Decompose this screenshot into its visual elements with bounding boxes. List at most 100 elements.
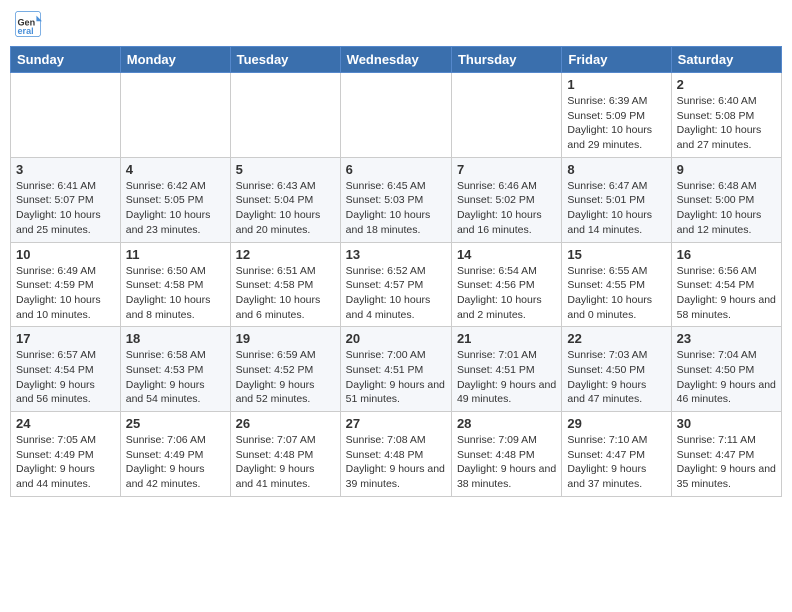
logo: Gen eral — [14, 10, 46, 38]
day-number: 13 — [346, 247, 446, 262]
calendar-week-row: 10 Sunrise: 6:49 AM Sunset: 4:59 PM Dayli… — [11, 242, 782, 327]
day-info: Sunrise: 7:05 AM Sunset: 4:49 PM Dayligh… — [16, 433, 115, 492]
calendar-day-cell: 22 Sunrise: 7:03 AM Sunset: 4:50 PM Dayli… — [562, 327, 671, 412]
calendar-day-cell: 7 Sunrise: 6:46 AM Sunset: 5:02 PM Daylig… — [451, 157, 561, 242]
day-info: Sunrise: 6:39 AM Sunset: 5:09 PM Dayligh… — [567, 94, 665, 153]
calendar-week-row: 17 Sunrise: 6:57 AM Sunset: 4:54 PM Dayli… — [11, 327, 782, 412]
day-of-week-header: Tuesday — [230, 47, 340, 73]
day-number: 28 — [457, 416, 556, 431]
day-number: 24 — [16, 416, 115, 431]
calendar-day-cell: 5Sunrise: 6:43 AM Sunset: 5:04 PM Daylig… — [230, 157, 340, 242]
day-info: Sunrise: 6:47 AM Sunset: 5:01 PM Dayligh… — [567, 179, 665, 238]
day-number: 27 — [346, 416, 446, 431]
calendar-day-cell — [451, 73, 561, 158]
calendar-day-cell: 14 Sunrise: 6:54 AM Sunset: 4:56 PM Dayli… — [451, 242, 561, 327]
calendar-day-cell: 4 Sunrise: 6:42 AM Sunset: 5:05 PM Daylig… — [120, 157, 230, 242]
calendar-day-cell: 28 Sunrise: 7:09 AM Sunset: 4:48 PM Dayli… — [451, 412, 561, 497]
calendar-day-cell — [11, 73, 121, 158]
calendar-week-row: 24 Sunrise: 7:05 AM Sunset: 4:49 PM Dayli… — [11, 412, 782, 497]
calendar-day-cell: 18 Sunrise: 6:58 AM Sunset: 4:53 PM Dayli… — [120, 327, 230, 412]
day-info: Sunrise: 7:01 AM Sunset: 4:51 PM Dayligh… — [457, 348, 556, 407]
day-of-week-header: Saturday — [671, 47, 781, 73]
day-number: 17 — [16, 331, 115, 346]
calendar-day-cell: 25Sunrise: 7:06 AM Sunset: 4:49 PM Dayli… — [120, 412, 230, 497]
day-info: Sunrise: 7:03 AM Sunset: 4:50 PM Dayligh… — [567, 348, 665, 407]
day-number: 10 — [16, 247, 115, 262]
day-number: 1 — [567, 77, 665, 92]
day-info: Sunrise: 7:07 AM Sunset: 4:48 PM Dayligh… — [236, 433, 335, 492]
day-number: 4 — [126, 162, 225, 177]
day-number: 19 — [236, 331, 335, 346]
day-info: Sunrise: 6:40 AM Sunset: 5:08 PM Dayligh… — [677, 94, 776, 153]
day-number: 9 — [677, 162, 776, 177]
calendar-day-cell: 3Sunrise: 6:41 AM Sunset: 5:07 PM Daylig… — [11, 157, 121, 242]
calendar-day-cell: 1 Sunrise: 6:39 AM Sunset: 5:09 PM Daylig… — [562, 73, 671, 158]
day-number: 7 — [457, 162, 556, 177]
day-info: Sunrise: 6:42 AM Sunset: 5:05 PM Dayligh… — [126, 179, 225, 238]
day-number: 21 — [457, 331, 556, 346]
calendar-week-row: 3Sunrise: 6:41 AM Sunset: 5:07 PM Daylig… — [11, 157, 782, 242]
calendar-day-cell — [230, 73, 340, 158]
day-info: Sunrise: 6:58 AM Sunset: 4:53 PM Dayligh… — [126, 348, 225, 407]
day-number: 20 — [346, 331, 446, 346]
calendar-day-cell: 15 Sunrise: 6:55 AM Sunset: 4:55 PM Dayli… — [562, 242, 671, 327]
calendar-day-cell — [340, 73, 451, 158]
calendar-day-cell: 30 Sunrise: 7:11 AM Sunset: 4:47 PM Dayli… — [671, 412, 781, 497]
svg-text:eral: eral — [18, 26, 34, 36]
day-number: 14 — [457, 247, 556, 262]
day-info: Sunrise: 7:10 AM Sunset: 4:47 PM Dayligh… — [567, 433, 665, 492]
day-info: Sunrise: 6:45 AM Sunset: 5:03 PM Dayligh… — [346, 179, 446, 238]
calendar-day-cell: 8 Sunrise: 6:47 AM Sunset: 5:01 PM Daylig… — [562, 157, 671, 242]
day-info: Sunrise: 6:43 AM Sunset: 5:04 PM Dayligh… — [236, 179, 335, 238]
day-of-week-header: Thursday — [451, 47, 561, 73]
calendar-day-cell: 10 Sunrise: 6:49 AM Sunset: 4:59 PM Dayli… — [11, 242, 121, 327]
day-number: 15 — [567, 247, 665, 262]
calendar-day-cell: 2 Sunrise: 6:40 AM Sunset: 5:08 PM Daylig… — [671, 73, 781, 158]
day-number: 6 — [346, 162, 446, 177]
day-number: 29 — [567, 416, 665, 431]
calendar-day-cell — [120, 73, 230, 158]
calendar-day-cell: 13 Sunrise: 6:52 AM Sunset: 4:57 PM Dayli… — [340, 242, 451, 327]
calendar-day-cell: 6 Sunrise: 6:45 AM Sunset: 5:03 PM Daylig… — [340, 157, 451, 242]
day-info: Sunrise: 6:56 AM Sunset: 4:54 PM Dayligh… — [677, 264, 776, 323]
day-info: Sunrise: 7:00 AM Sunset: 4:51 PM Dayligh… — [346, 348, 446, 407]
day-info: Sunrise: 6:54 AM Sunset: 4:56 PM Dayligh… — [457, 264, 556, 323]
day-number: 25 — [126, 416, 225, 431]
day-of-week-header: Wednesday — [340, 47, 451, 73]
calendar-day-cell: 24 Sunrise: 7:05 AM Sunset: 4:49 PM Dayli… — [11, 412, 121, 497]
day-number: 16 — [677, 247, 776, 262]
day-info: Sunrise: 6:50 AM Sunset: 4:58 PM Dayligh… — [126, 264, 225, 323]
calendar-day-cell: 26 Sunrise: 7:07 AM Sunset: 4:48 PM Dayli… — [230, 412, 340, 497]
page-header: Gen eral — [10, 10, 782, 38]
day-number: 2 — [677, 77, 776, 92]
day-number: 18 — [126, 331, 225, 346]
day-info: Sunrise: 6:49 AM Sunset: 4:59 PM Dayligh… — [16, 264, 115, 323]
day-info: Sunrise: 6:59 AM Sunset: 4:52 PM Dayligh… — [236, 348, 335, 407]
logo-icon: Gen eral — [14, 10, 42, 38]
day-info: Sunrise: 6:55 AM Sunset: 4:55 PM Dayligh… — [567, 264, 665, 323]
day-number: 11 — [126, 247, 225, 262]
day-of-week-header: Friday — [562, 47, 671, 73]
day-info: Sunrise: 6:48 AM Sunset: 5:00 PM Dayligh… — [677, 179, 776, 238]
day-number: 26 — [236, 416, 335, 431]
calendar-day-cell: 11 Sunrise: 6:50 AM Sunset: 4:58 PM Dayli… — [120, 242, 230, 327]
day-info: Sunrise: 7:09 AM Sunset: 4:48 PM Dayligh… — [457, 433, 556, 492]
calendar-day-cell: 27 Sunrise: 7:08 AM Sunset: 4:48 PM Dayli… — [340, 412, 451, 497]
day-number: 22 — [567, 331, 665, 346]
day-info: Sunrise: 6:57 AM Sunset: 4:54 PM Dayligh… — [16, 348, 115, 407]
day-number: 8 — [567, 162, 665, 177]
calendar-day-cell: 19 Sunrise: 6:59 AM Sunset: 4:52 PM Dayli… — [230, 327, 340, 412]
calendar-day-cell: 16 Sunrise: 6:56 AM Sunset: 4:54 PM Dayli… — [671, 242, 781, 327]
day-of-week-header: Sunday — [11, 47, 121, 73]
day-number: 23 — [677, 331, 776, 346]
calendar-header-row: SundayMondayTuesdayWednesdayThursdayFrid… — [11, 47, 782, 73]
day-info: Sunrise: 6:51 AM Sunset: 4:58 PM Dayligh… — [236, 264, 335, 323]
day-number: 30 — [677, 416, 776, 431]
calendar-day-cell: 9 Sunrise: 6:48 AM Sunset: 5:00 PM Daylig… — [671, 157, 781, 242]
day-info: Sunrise: 6:46 AM Sunset: 5:02 PM Dayligh… — [457, 179, 556, 238]
day-info: Sunrise: 6:52 AM Sunset: 4:57 PM Dayligh… — [346, 264, 446, 323]
calendar-day-cell: 23Sunrise: 7:04 AM Sunset: 4:50 PM Dayli… — [671, 327, 781, 412]
day-of-week-header: Monday — [120, 47, 230, 73]
day-info: Sunrise: 7:11 AM Sunset: 4:47 PM Dayligh… — [677, 433, 776, 492]
day-info: Sunrise: 7:08 AM Sunset: 4:48 PM Dayligh… — [346, 433, 446, 492]
